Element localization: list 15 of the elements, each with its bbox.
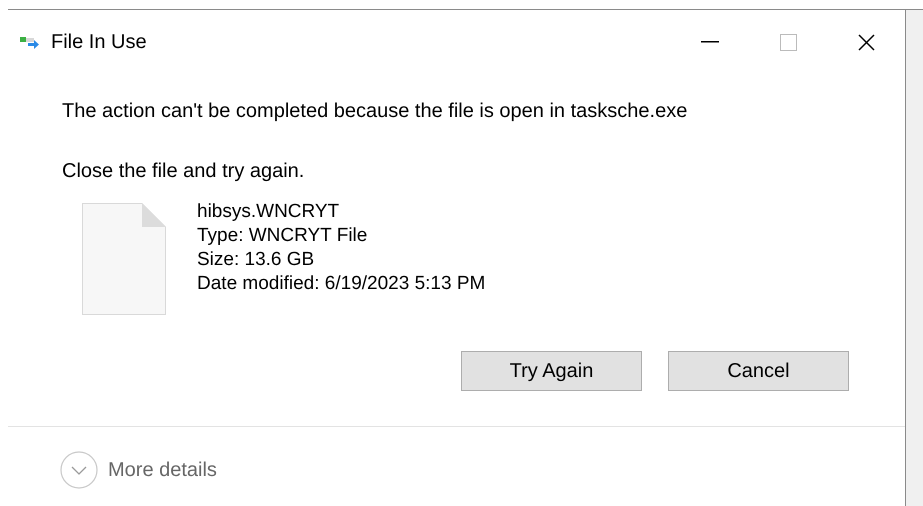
file-name: hibsys.WNCRYT [197,200,340,224]
file-icon [82,203,166,315]
dialog-button[interactable]: Try Again [461,351,642,391]
more-details-toggle[interactable]: More details [60,451,217,489]
instruction-text: Close the file and try again. [62,160,306,183]
file-detail: Size: 13.6 GB [197,248,316,272]
minimize-icon [701,41,719,43]
chevron-icon [60,451,98,489]
error-message: The action can't be completed because the file is open in tasksche.exe [62,100,688,123]
maximize-icon [780,34,796,50]
file-detail: Date modified: 6/19/2023 5:13 PM [197,272,486,296]
close-icon [858,34,874,50]
dialog-button[interactable]: Cancel [668,351,849,391]
window-title: File In Use [51,30,148,54]
file-detail: Type: WNCRYT File [197,224,368,248]
